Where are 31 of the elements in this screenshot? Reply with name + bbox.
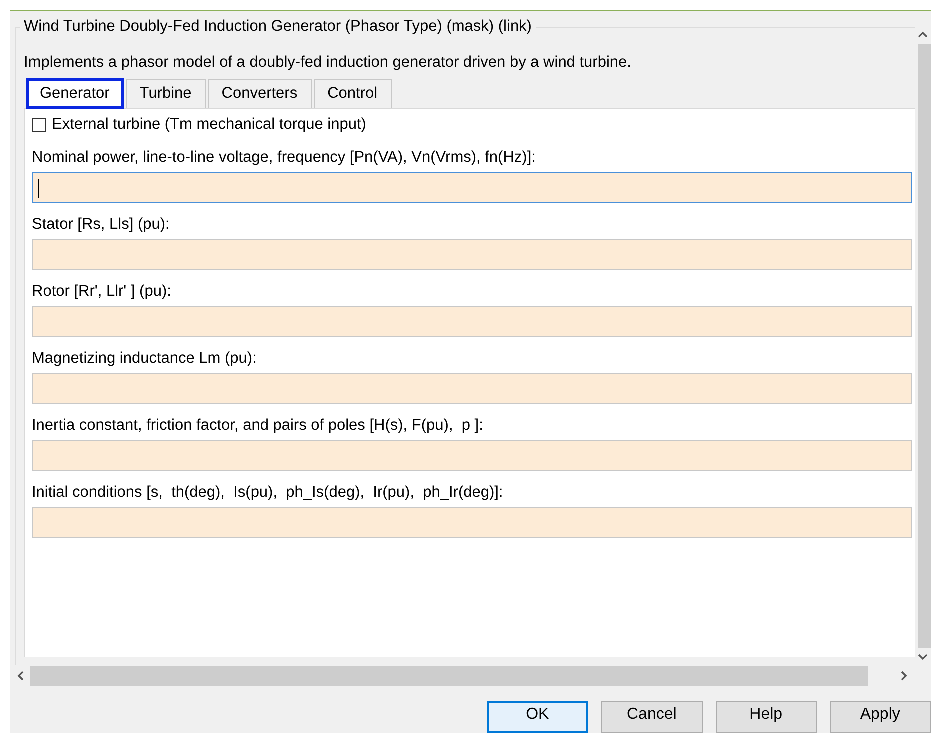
field-label: Nominal power, line-to-line voltage, frequency [Pn(VA), Vn(Vrms), fn(Hz)]:	[32, 149, 536, 167]
field-label: Inertia constant, friction factor, and pairs of poles [H(s), F(pu), p ]:	[32, 417, 484, 435]
field-label: Magnetizing inductance Lm (pu):	[32, 350, 257, 368]
input-field[interactable]	[32, 507, 912, 538]
input-field[interactable]	[32, 306, 912, 337]
text-cursor	[38, 179, 39, 198]
tab[interactable]: Converters	[208, 79, 312, 108]
input-field[interactable]	[32, 373, 912, 404]
scroll-left-icon[interactable]	[16, 671, 24, 682]
tab[interactable]: Turbine	[126, 79, 206, 108]
checkbox[interactable]	[32, 118, 46, 132]
field-label: Initial conditions [s, th(deg), Is(pu), ph_Is(deg), Ir(pu), ph_Ir(deg)]:	[32, 484, 504, 502]
input-field[interactable]	[32, 239, 912, 270]
group-title: Wind Turbine Doubly-Fed Induction Generator (Phasor Type) (mask) (link)	[20, 18, 536, 36]
scroll-thumb[interactable]	[918, 44, 931, 648]
field-label: Stator [Rs, Lls] (pu):	[32, 216, 170, 234]
input-field[interactable]	[32, 440, 912, 471]
field-label: Rotor [Rr', Llr' ] (pu):	[32, 283, 172, 301]
scroll-up-icon[interactable]	[918, 31, 928, 38]
scroll-right-icon[interactable]	[900, 671, 908, 682]
input-field[interactable]	[32, 172, 912, 203]
dialog-button[interactable]: OK	[487, 701, 588, 733]
horizontal-scrollbar[interactable]	[30, 666, 868, 686]
checkbox-label: External turbine (Tm mechanical torque input)	[52, 116, 366, 134]
dialog-button[interactable]: Cancel	[601, 701, 703, 733]
tab[interactable]: Generator	[26, 78, 124, 109]
dialog-button[interactable]: Apply	[830, 701, 931, 733]
dialog-button[interactable]: Help	[716, 701, 817, 733]
tab[interactable]: Control	[314, 79, 392, 108]
block-description: Implements a phasor model of a doubly-fed induction generator driven by a wind turbine.	[24, 54, 632, 72]
scroll-down-icon[interactable]	[918, 654, 928, 662]
